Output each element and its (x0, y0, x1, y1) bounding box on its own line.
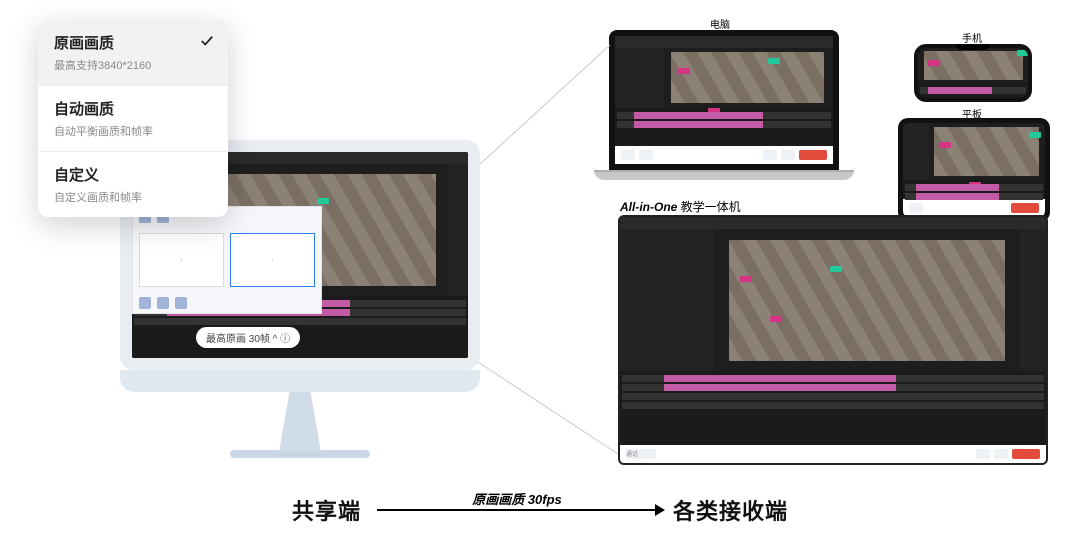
quality-item-subtitle: 自动平衡画质和帧率 (54, 123, 212, 139)
quality-item-original[interactable]: 原画画质 最高支持3840*2160 (38, 20, 228, 86)
laptop-screen (609, 30, 839, 170)
mic-icon[interactable] (621, 150, 635, 160)
mic-icon[interactable] (909, 203, 923, 213)
check-icon (200, 34, 214, 48)
editor-panel-left (620, 229, 714, 371)
record-icon[interactable] (781, 150, 795, 160)
call-button[interactable]: 通话 (626, 449, 656, 459)
tablet-device (898, 118, 1050, 222)
meeting-bottombar (615, 146, 833, 164)
meeting-bottombar: 通话 (620, 445, 1046, 463)
flow-caption: 原画画质 30fps (472, 489, 562, 508)
quality-item-subtitle: 自定义画质和帧率 (54, 189, 212, 205)
editor-app: 通话 (620, 217, 1046, 463)
quality-item-title: 原画画质 (54, 32, 212, 53)
flow-dest-label: 各类接收端 (673, 494, 788, 526)
camera-icon[interactable] (639, 150, 653, 160)
allinone-device: 通话 (618, 215, 1048, 465)
share-option-window[interactable]: · (230, 233, 315, 287)
fps-chip[interactable]: 最高原画 30帧 ^ ⓘ (196, 327, 300, 348)
share-option-desktop[interactable]: · (139, 233, 224, 287)
share-source-picker: · · (133, 227, 321, 293)
speaker-icon[interactable] (994, 449, 1008, 459)
allinone-label-rest: 教学一体机 (677, 200, 740, 214)
editor-app (615, 36, 833, 164)
allinone-label-em: All-in-One (620, 200, 677, 214)
quality-popover: 原画画质 最高支持3840*2160 自动画质 自动平衡画质和帧率 自定义 自定… (38, 20, 228, 217)
phone-label: 手机 (962, 30, 982, 45)
quality-item-title: 自动画质 (54, 98, 212, 119)
editor-timeline (620, 371, 1046, 445)
list-icon[interactable] (157, 297, 169, 309)
mic-icon[interactable] (976, 449, 990, 459)
end-call-button[interactable] (1012, 449, 1040, 459)
plus-icon[interactable] (175, 297, 187, 309)
quality-item-custom[interactable]: 自定义 自定义画质和帧率 (38, 152, 228, 217)
laptop-base (594, 170, 854, 180)
quality-item-auto[interactable]: 自动画质 自动平衡画质和帧率 (38, 86, 228, 152)
editor-menubar (620, 217, 1046, 229)
flow-arrow: 原画画质 30fps (377, 509, 657, 511)
phone-notch (956, 44, 990, 50)
end-call-button[interactable] (1011, 203, 1039, 213)
flow-source-label: 共享端 (292, 494, 361, 526)
share-source-panel: · · (132, 206, 322, 314)
editor-app (903, 123, 1045, 217)
imac-chin (120, 370, 480, 392)
imac-stand (265, 392, 335, 452)
editor-panel-right (1020, 229, 1046, 371)
phone-device (914, 44, 1032, 102)
quality-item-subtitle: 最高支持3840*2160 (54, 57, 212, 73)
editor-preview (729, 240, 1005, 361)
fps-chip-label: 最高原画 30帧 ^ ⓘ (206, 330, 290, 345)
editor-app (918, 48, 1028, 98)
quality-item-title: 自定义 (54, 164, 212, 185)
allinone-label: All-in-One 教学一体机 (620, 198, 741, 215)
flow-row: 共享端 原画画质 30fps 各类接收端 (0, 480, 1080, 540)
laptop-label: 电脑 (710, 16, 730, 31)
laptop-device (594, 30, 854, 200)
editor-panel-right (448, 164, 468, 296)
mic-icon[interactable] (763, 150, 777, 160)
end-call-button[interactable] (799, 150, 827, 160)
grid-icon[interactable] (139, 297, 151, 309)
